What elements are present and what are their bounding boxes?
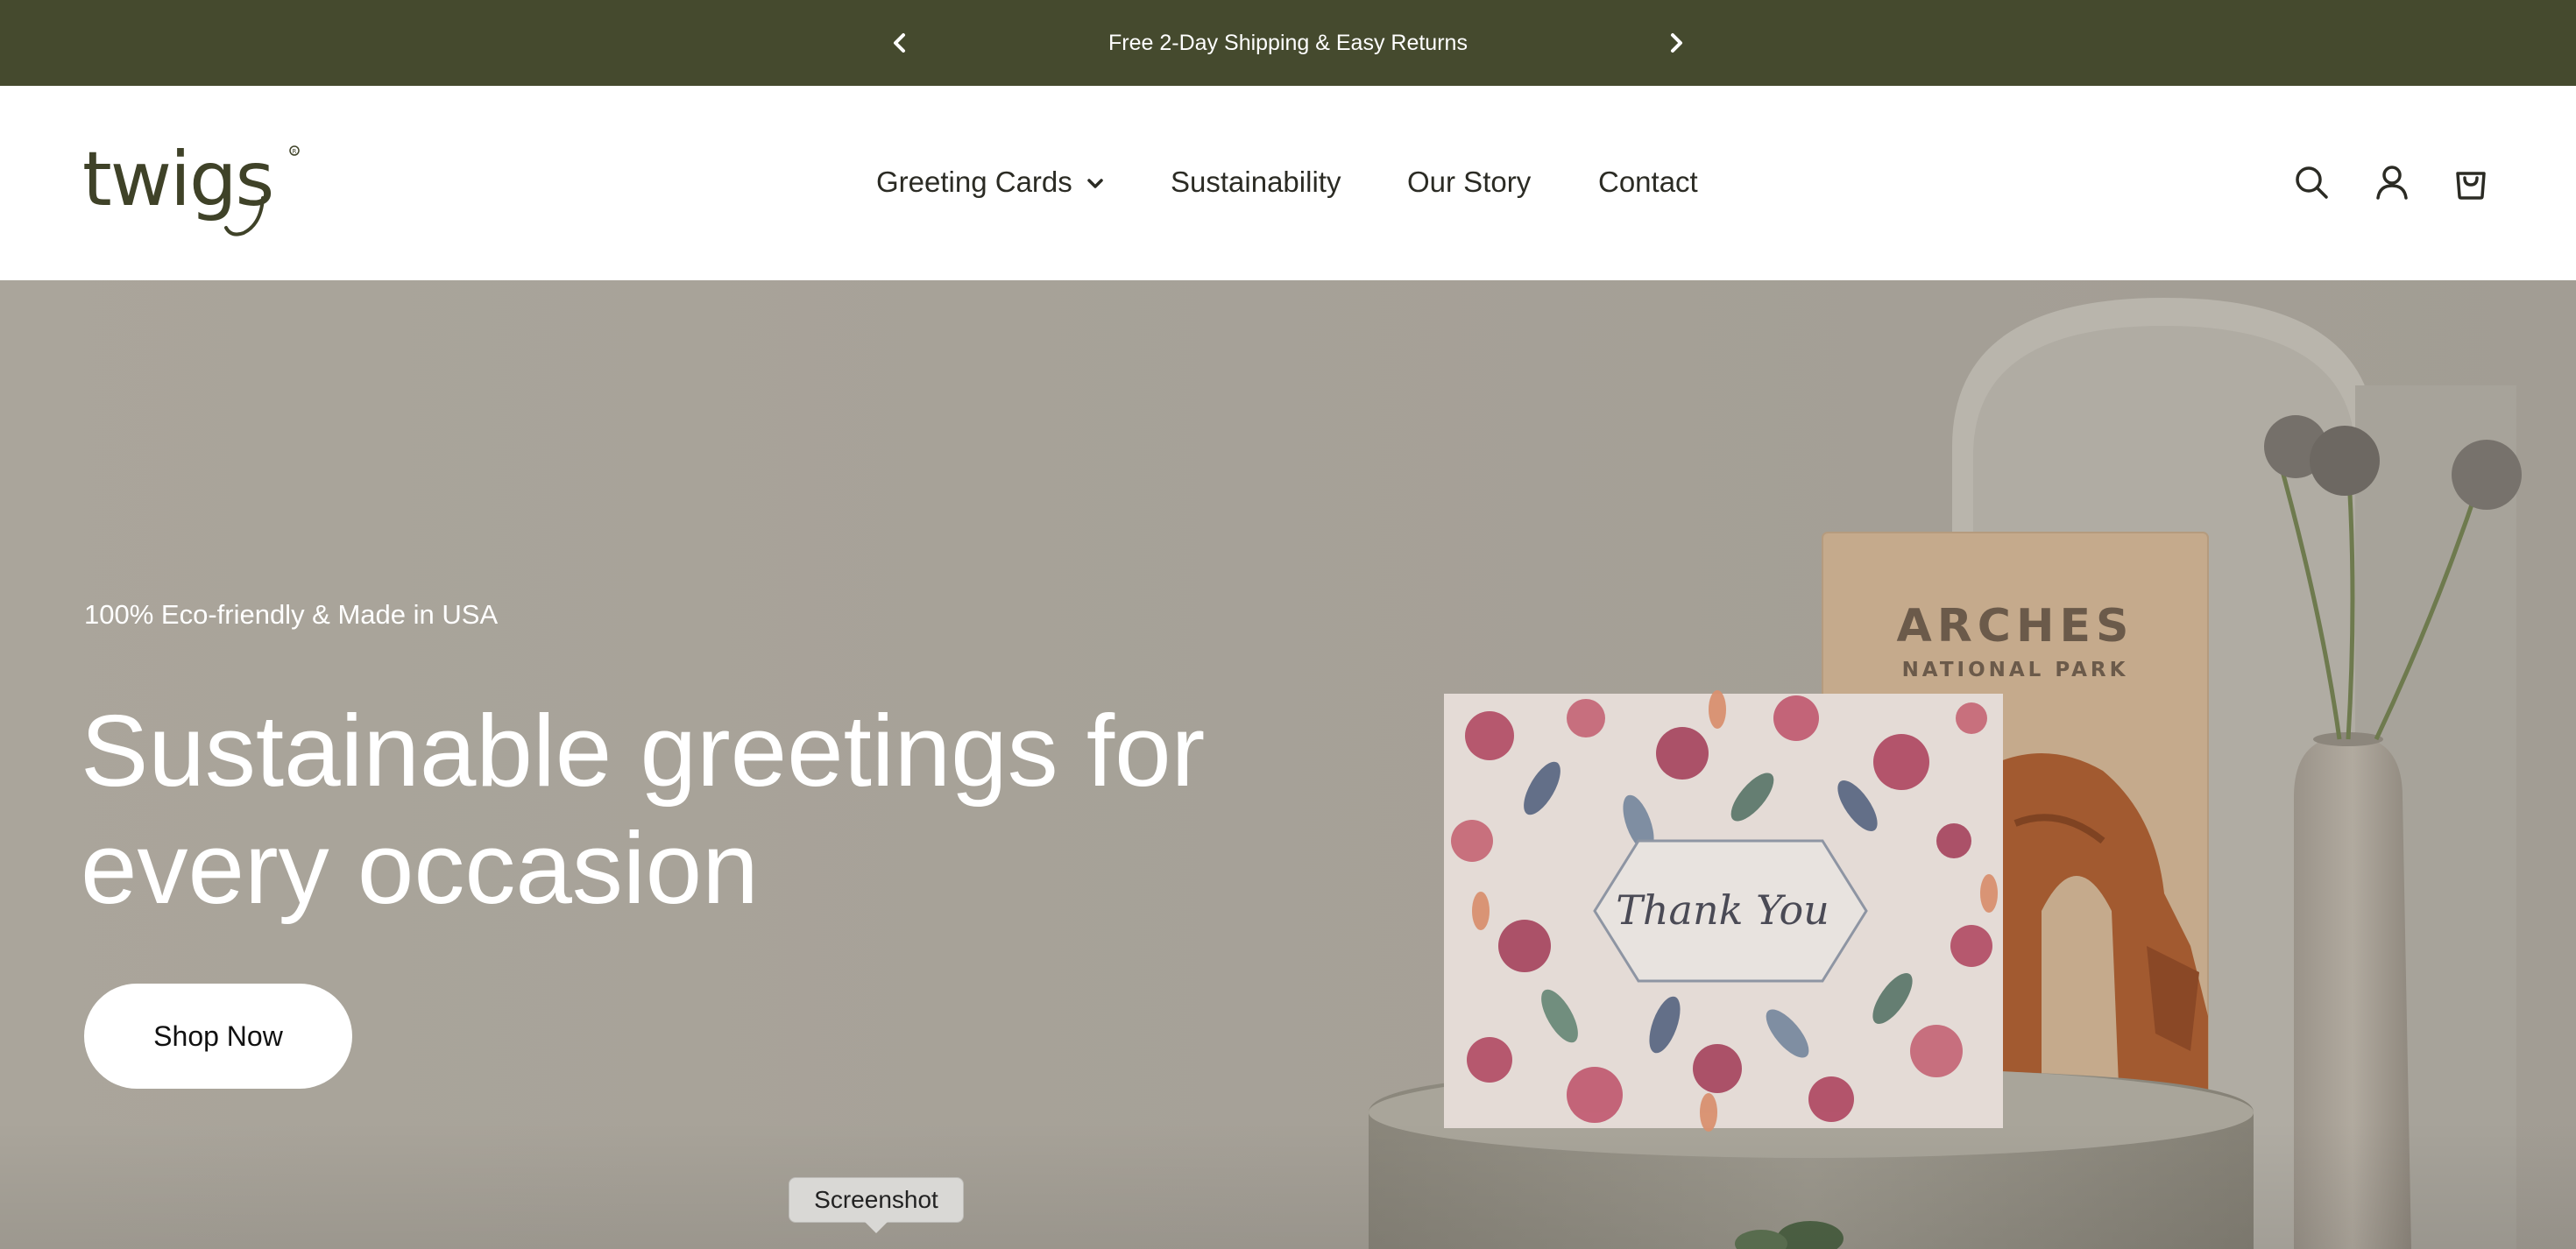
tooltip-tail xyxy=(865,1222,888,1233)
nav-greeting-cards-label: Greeting Cards xyxy=(876,166,1072,198)
nav-our-story[interactable]: Our Story xyxy=(1407,156,1531,208)
site-header: twigs R Greeting Cards Sustainability Ou… xyxy=(0,86,2576,280)
hero-eyebrow: 100% Eco-friendly & Made in USA xyxy=(84,599,499,630)
svg-text:R: R xyxy=(293,148,297,155)
announcement-bar: Free 2-Day Shipping & Easy Returns xyxy=(0,0,2576,86)
nav-greeting-cards[interactable]: Greeting Cards xyxy=(876,156,1106,208)
announcement-message: Free 2-Day Shipping & Easy Returns xyxy=(1108,31,1468,55)
chevron-down-icon xyxy=(1085,173,1106,194)
arches-card-subtitle: NATIONAL PARK xyxy=(1902,659,2129,681)
svg-text:twigs: twigs xyxy=(82,142,272,223)
logo-wordmark: twigs R xyxy=(82,136,300,236)
arches-card-title: ARCHES xyxy=(1897,600,2134,653)
thank-you-card: Thank You xyxy=(1444,690,2003,1132)
account-icon[interactable] xyxy=(2371,161,2413,203)
cart-icon[interactable] xyxy=(2450,161,2492,203)
hero-banner: ARCHES NATIONAL PARK Thank You 100% Eco-… xyxy=(0,280,2576,1249)
thank-you-text: Thank You xyxy=(1616,886,1829,934)
nav-sustainability[interactable]: Sustainability xyxy=(1171,156,1341,208)
nav-contact[interactable]: Contact xyxy=(1598,156,1698,208)
search-icon[interactable] xyxy=(2290,161,2332,203)
screenshot-tooltip: Screenshot xyxy=(789,1177,964,1223)
hero-headline: Sustainable greetings for every occasion xyxy=(81,694,1206,925)
twigs-logo[interactable]: twigs R xyxy=(82,136,301,236)
chevron-right-icon[interactable] xyxy=(1659,25,1694,60)
shop-now-button[interactable]: Shop Now xyxy=(84,984,352,1089)
